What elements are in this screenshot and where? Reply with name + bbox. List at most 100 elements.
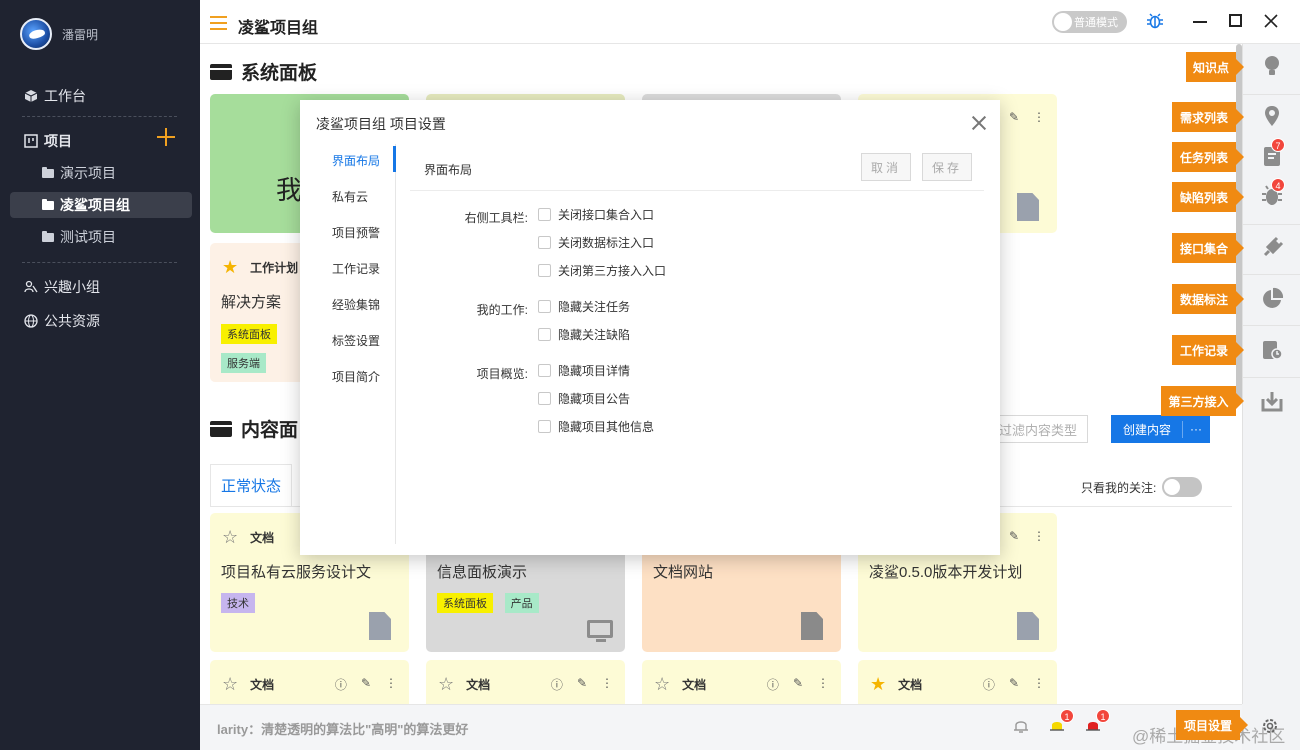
info-icon[interactable]: ⓘ [551, 676, 563, 693]
sidebar-subitem-lingsha[interactable]: 凌鲨项目组 [10, 192, 192, 218]
gear-icon[interactable] [1260, 716, 1280, 736]
star-outline-icon[interactable]: ☆ [222, 674, 238, 695]
nav-item-alert[interactable]: 项目预警 [332, 224, 380, 241]
more-icon[interactable]: ⋮ [1033, 529, 1045, 543]
globe-icon [24, 314, 38, 328]
lightbulb-icon[interactable] [1260, 54, 1284, 78]
bug-icon[interactable] [1146, 12, 1164, 30]
checkbox-close-annotation[interactable]: 关闭数据标注入口 [538, 234, 654, 251]
avatar[interactable] [20, 18, 52, 50]
sidebar-item-workbench[interactable]: 工作台 [24, 86, 86, 106]
work-record-icon[interactable] [1260, 338, 1284, 362]
edit-icon[interactable]: ✎ [1009, 110, 1019, 124]
only-mine-switch[interactable] [1162, 477, 1203, 497]
download-box-icon[interactable] [1260, 389, 1284, 413]
tip-third-party[interactable]: 第三方接入 [1161, 386, 1244, 416]
sidebar-subitem-demo[interactable]: 演示项目 [10, 160, 192, 186]
tip-knowledge[interactable]: 知识点 [1186, 52, 1244, 82]
star-outline-icon[interactable]: ☆ [222, 527, 238, 548]
only-mine-label: 只看我的关注: [1081, 480, 1157, 495]
tip-data-annotation[interactable]: 数据标注 [1172, 284, 1244, 314]
checkbox-hide-bugs[interactable]: 隐藏关注缺陷 [538, 326, 630, 343]
sidebar-item-public[interactable]: 公共资源 [24, 311, 100, 331]
nav-item-work-record[interactable]: 工作记录 [332, 260, 380, 277]
tip-tasks[interactable]: 任务列表 [1172, 142, 1244, 172]
checkbox-box[interactable] [538, 420, 551, 433]
folder-icon [42, 198, 54, 210]
checkbox-close-third-party[interactable]: 关闭第三方接入入口 [538, 262, 666, 279]
save-button[interactable]: 保存 [922, 153, 972, 181]
create-more-button[interactable]: ··· [1183, 422, 1202, 436]
content-card[interactable]: ☆ 文档 ⓘ ✎ ⋮ [642, 660, 841, 704]
nav-item-intro[interactable]: 项目简介 [332, 368, 380, 385]
more-icon[interactable]: ⋮ [817, 676, 829, 693]
star-filled-icon[interactable]: ★ [870, 674, 886, 695]
tip-requirements[interactable]: 需求列表 [1172, 102, 1244, 132]
info-icon[interactable]: ⓘ [983, 676, 995, 693]
more-icon[interactable]: ⋮ [1033, 676, 1045, 693]
user-profile[interactable]: 潘雷明 [20, 18, 98, 50]
tip-bugs[interactable]: 缺陷列表 [1172, 182, 1244, 212]
html-file-icon [801, 612, 823, 640]
content-card[interactable]: ★ 文档 ⓘ ✎ ⋮ [858, 660, 1057, 704]
checkbox-hide-notice[interactable]: 隐藏项目公告 [538, 390, 630, 407]
nav-item-layout[interactable]: 界面布局 [332, 152, 380, 169]
nav-item-tags[interactable]: 标签设置 [332, 332, 380, 349]
card-type: 文档 [682, 678, 707, 692]
checkbox-box[interactable] [538, 208, 551, 221]
pie-chart-icon[interactable] [1260, 287, 1284, 311]
mode-toggle[interactable]: 普通模式 [1052, 11, 1127, 33]
star-outline-icon[interactable]: ☆ [438, 674, 454, 695]
checkbox-box[interactable] [538, 364, 551, 377]
checkbox-box[interactable] [538, 236, 551, 249]
right-toolbar: 7 4 [1242, 44, 1300, 704]
checkbox-box[interactable] [538, 392, 551, 405]
cancel-button[interactable]: 取消 [861, 153, 911, 181]
star-filled-icon[interactable]: ★ [222, 257, 238, 278]
checkbox-box[interactable] [538, 300, 551, 313]
edit-icon[interactable]: ✎ [361, 676, 371, 693]
maximize-icon[interactable] [1229, 14, 1242, 27]
more-icon[interactable]: ⋮ [601, 676, 613, 693]
sidebar-item-interest[interactable]: 兴趣小组 [24, 277, 100, 297]
username: 潘雷明 [62, 27, 99, 42]
plug-icon[interactable] [1260, 236, 1284, 260]
edit-icon[interactable]: ✎ [1009, 529, 1019, 543]
edit-icon[interactable]: ✎ [793, 676, 803, 693]
checkbox-hide-details[interactable]: 隐藏项目详情 [538, 362, 630, 379]
sidebar-subitem-test[interactable]: 测试项目 [10, 224, 192, 250]
tip-work-record[interactable]: 工作记录 [1172, 335, 1244, 365]
edit-icon[interactable]: ✎ [577, 676, 587, 693]
group-label-right-toolbar: 右侧工具栏: [464, 211, 528, 225]
content-card[interactable]: ☆ 文档 ⓘ ✎ ⋮ [210, 660, 409, 704]
info-icon[interactable]: ⓘ [767, 676, 779, 693]
monitor-icon [587, 620, 613, 642]
bell-icon[interactable] [1012, 717, 1030, 735]
close-window-icon[interactable] [1264, 14, 1278, 28]
star-outline-icon[interactable]: ☆ [654, 674, 670, 695]
nav-item-private-cloud[interactable]: 私有云 [332, 188, 368, 205]
more-icon[interactable]: ⋮ [385, 676, 397, 693]
tip-project-settings[interactable]: 项目设置 [1176, 710, 1248, 740]
menu-icon[interactable] [210, 16, 227, 30]
nav-item-experience[interactable]: 经验集锦 [332, 296, 380, 313]
tab-normal-status[interactable]: 正常状态 [210, 464, 293, 506]
info-icon[interactable]: ⓘ [335, 676, 347, 693]
tip-api-collection[interactable]: 接口集合 [1172, 233, 1244, 263]
document-icon [1017, 612, 1039, 640]
edit-icon[interactable]: ✎ [1009, 676, 1019, 693]
minimize-icon[interactable] [1193, 14, 1207, 28]
more-icon[interactable]: ⋮ [1033, 110, 1045, 124]
close-icon[interactable] [972, 116, 986, 130]
checkbox-hide-other[interactable]: 隐藏项目其他信息 [538, 418, 654, 435]
sidebar-item-projects[interactable]: 项目 [24, 131, 72, 151]
checkbox-box[interactable] [538, 328, 551, 341]
checkbox-hide-tasks[interactable]: 隐藏关注任务 [538, 298, 630, 315]
location-icon[interactable] [1260, 104, 1284, 128]
checkbox-close-api[interactable]: 关闭接口集合入口 [538, 206, 654, 223]
checkbox-box[interactable] [538, 264, 551, 277]
content-card[interactable]: ☆ 文档 ⓘ ✎ ⋮ [426, 660, 625, 704]
card-title: 信息面板演示 [437, 564, 528, 581]
add-project-icon[interactable] [157, 128, 175, 146]
create-content-button[interactable]: 创建内容 ··· [1111, 415, 1210, 443]
